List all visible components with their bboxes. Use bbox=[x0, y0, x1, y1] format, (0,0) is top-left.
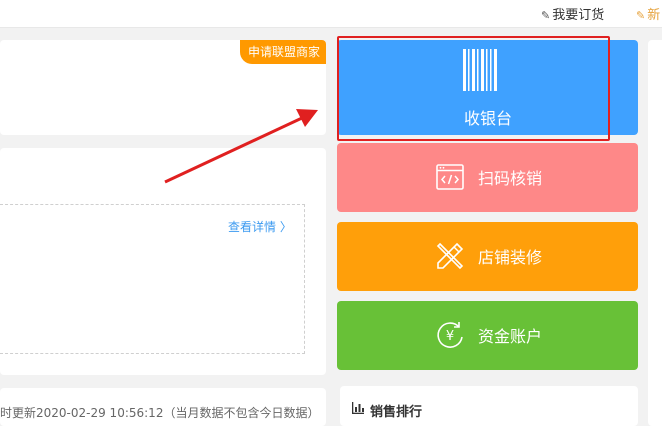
edit-icon: ✎ bbox=[541, 9, 551, 22]
sales-ranking-title: 销售排行 bbox=[352, 401, 422, 420]
store-decor-label: 店铺装修 bbox=[478, 248, 543, 267]
sales-ranking-card: 销售排行 bbox=[340, 386, 638, 426]
note-icon: ✎ bbox=[636, 9, 646, 22]
store-decor-content: 店铺装修 bbox=[337, 222, 638, 291]
merchant-card: 申请联盟商家 bbox=[0, 40, 326, 135]
pencil-ruler-icon bbox=[436, 242, 464, 270]
scan-verify-label: 扫码核销 bbox=[478, 169, 543, 188]
yuan-cycle-icon: ¥ bbox=[437, 322, 463, 348]
sales-ranking-label: 销售排行 bbox=[370, 405, 423, 420]
update-timestamp: 时更新2020-02-29 10:56:12（当月数据不包含今日数据） bbox=[0, 406, 320, 420]
code-window-icon bbox=[436, 164, 464, 190]
new-label: 新 bbox=[647, 8, 661, 23]
fund-account-label: 资金账户 bbox=[478, 327, 543, 346]
fund-account-content: ¥ 资金账户 bbox=[337, 301, 638, 370]
fund-account-tile[interactable]: ¥ 资金账户 bbox=[337, 301, 638, 370]
scan-verify-tile[interactable]: 扫码核销 bbox=[337, 143, 638, 212]
scan-verify-content: 扫码核销 bbox=[337, 143, 638, 212]
new-link[interactable]: ✎ 新 bbox=[636, 4, 660, 23]
store-decor-tile[interactable]: 店铺装修 bbox=[337, 222, 638, 291]
right-side-panel bbox=[648, 40, 662, 426]
apply-alliance-button[interactable]: 申请联盟商家 bbox=[239, 40, 326, 64]
order-label: 我要订货 bbox=[552, 8, 605, 23]
order-link[interactable]: ✎ 我要订货 bbox=[541, 4, 604, 23]
stats-card: 查看详情 〉 bbox=[0, 148, 326, 375]
svg-text:¥: ¥ bbox=[446, 329, 454, 344]
top-bar: ✎ 我要订货 ✎ 新 bbox=[0, 0, 662, 28]
view-details-link[interactable]: 查看详情 〉 bbox=[228, 218, 292, 235]
bar-chart-icon bbox=[352, 402, 364, 414]
annotation-highlight-box bbox=[337, 36, 610, 141]
update-bar: 时更新2020-02-29 10:56:12（当月数据不包含今日数据） bbox=[0, 388, 326, 426]
